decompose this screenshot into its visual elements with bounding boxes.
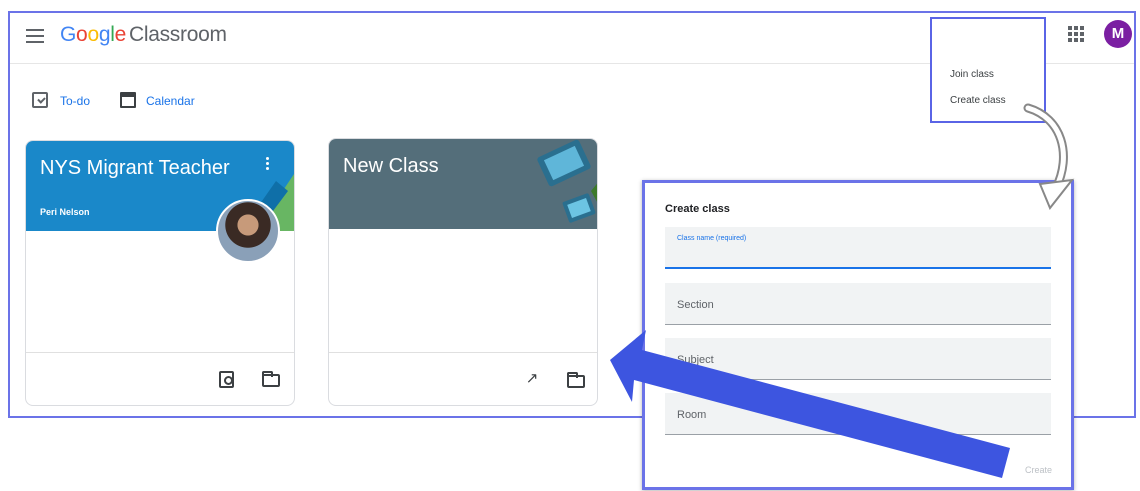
folder-icon[interactable]	[262, 371, 280, 387]
folder-icon[interactable]	[567, 372, 585, 388]
class-card[interactable]: NYS Migrant Teacher Peri Nelson	[25, 140, 295, 406]
blue-annotation-arrow	[610, 330, 1010, 478]
calendar-link[interactable]: Calendar	[146, 94, 195, 108]
google-apps-icon[interactable]	[1068, 26, 1084, 42]
class-card-banner	[329, 139, 597, 229]
logo-letter: o	[87, 23, 99, 46]
logo-letter: G	[60, 23, 77, 46]
todo-link[interactable]: To-do	[60, 94, 90, 108]
todo-icon	[32, 92, 48, 108]
gradebook-icon[interactable]	[219, 371, 234, 388]
section-field[interactable]: Section	[665, 283, 1051, 325]
teacher-avatar	[216, 199, 280, 263]
class-name-field[interactable]: Class name (required)	[665, 227, 1051, 269]
class-teacher-name: Peri Nelson	[40, 207, 90, 217]
hamburger-menu-icon[interactable]	[26, 29, 44, 43]
app-logo[interactable]: Google Classroom	[60, 23, 227, 47]
logo-product-name: Classroom	[128, 23, 227, 46]
banner-illustration	[537, 139, 597, 223]
trending-icon[interactable]: ↗	[523, 371, 541, 387]
field-placeholder: Class name (required)	[677, 235, 747, 242]
class-card-footer: ↗	[329, 352, 597, 405]
create-class-menu-item[interactable]: Create class	[950, 95, 1006, 106]
join-class-menu-item[interactable]: Join class	[950, 69, 994, 80]
logo-letter: e	[114, 23, 127, 46]
more-options-icon[interactable]	[266, 157, 270, 172]
class-card-footer	[26, 352, 294, 405]
calendar-icon	[120, 92, 136, 108]
logo-letter: g	[98, 23, 111, 46]
dialog-title: Create class	[665, 203, 730, 215]
account-avatar[interactable]: M	[1104, 20, 1132, 48]
create-button[interactable]: Create	[1025, 465, 1052, 475]
class-title[interactable]: New Class	[343, 155, 439, 178]
logo-letter: o	[76, 23, 88, 46]
class-card[interactable]: New Class ↗	[328, 138, 598, 406]
curved-annotation-arrow	[1023, 103, 1075, 210]
class-title[interactable]: NYS Migrant Teacher	[40, 157, 230, 180]
field-placeholder: Section	[677, 299, 714, 311]
